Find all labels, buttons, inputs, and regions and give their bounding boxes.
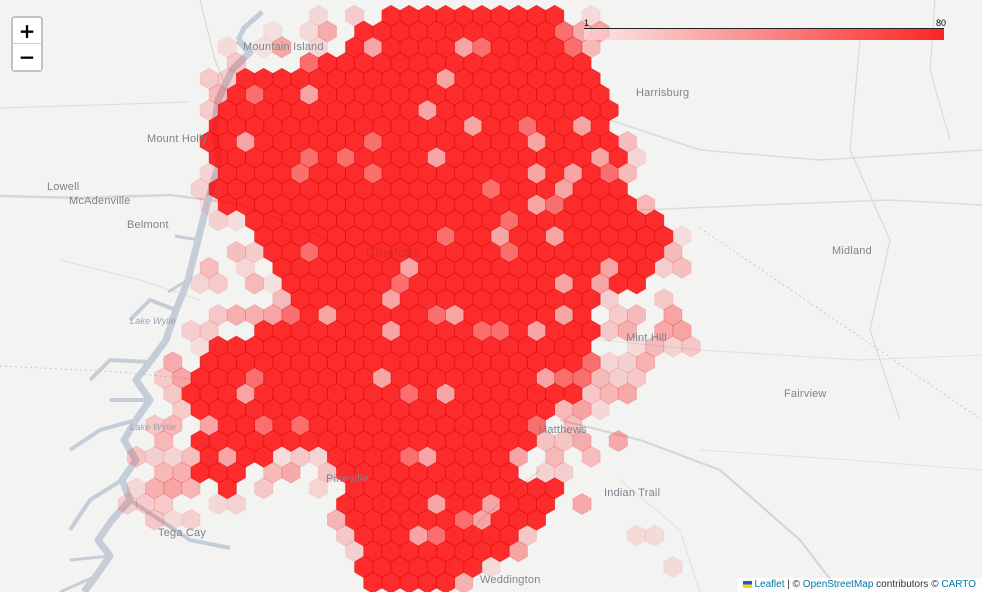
attribution-separator: | © [784, 579, 803, 590]
place-label-indian-trail: Indian Trail [604, 487, 661, 499]
place-label-belmont: Belmont [127, 219, 169, 231]
hexbin-cell [663, 556, 683, 578]
place-label-lake-wylie: Lake Wylie [130, 422, 177, 432]
hexbin-cell [645, 524, 665, 547]
hexbin-cell [627, 524, 646, 547]
place-label-tega-cay: Tega Cay [158, 527, 207, 539]
hexbin-cell [608, 430, 628, 452]
attribution-bar: Leaflet | © OpenStreetMap contributors ©… [737, 578, 982, 592]
zoom-out-button[interactable]: − [13, 44, 41, 70]
legend-gradient-bar [584, 28, 944, 40]
place-label-mountain-island: Mountain Island [243, 41, 324, 53]
place-label-lowell: Lowell [47, 181, 80, 193]
hexbin-cell [572, 493, 592, 515]
legend-max-label: 80 [935, 18, 946, 28]
place-label-charlotte: Charlotte [366, 245, 421, 260]
place-label-mint-hill: Mint Hill [626, 332, 667, 344]
zoom-control: + − [11, 16, 43, 72]
attribution-contributors: contributors © [873, 579, 942, 590]
place-label-mcadenville: McAdenville [69, 195, 131, 207]
osm-link[interactable]: OpenStreetMap [803, 579, 874, 590]
hexbin-cell [226, 304, 246, 326]
hexbin-cell [126, 445, 146, 468]
place-label-fairview: Fairview [784, 388, 827, 400]
place-label-weddington: Weddington [480, 574, 541, 586]
hexbin-layer [117, 4, 701, 592]
place-label-harrisburg: Harrisburg [636, 87, 690, 99]
map-container[interactable]: Mountain Island Harrisburg Mount Holly L… [0, 0, 982, 592]
zoom-in-button[interactable]: + [13, 18, 41, 44]
legend-min-label: 1 [584, 18, 590, 28]
place-label-lake-wylie: Lake Wylie [130, 316, 177, 326]
place-label-mount-holly: Mount Holly [147, 133, 208, 145]
ukraine-flag-icon [743, 580, 753, 588]
place-label-pineville: Pineville [326, 473, 369, 485]
place-label-matthews: Matthews [538, 424, 587, 436]
place-label-midland: Midland [832, 245, 872, 257]
color-scale-legend: 1 80 [584, 18, 946, 42]
leaflet-link[interactable]: Leaflet [754, 579, 784, 590]
carto-link[interactable]: CARTO [941, 579, 976, 590]
